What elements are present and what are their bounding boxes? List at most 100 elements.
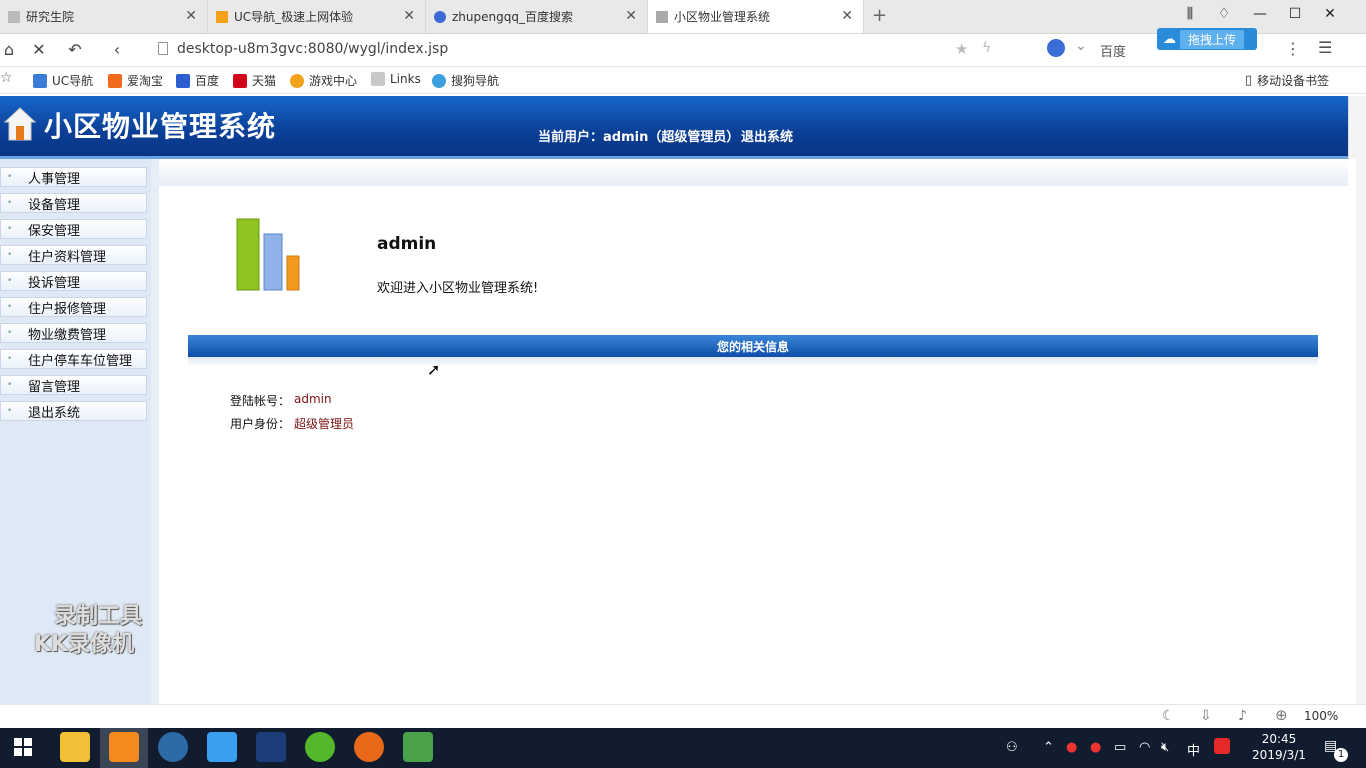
- sidebar-item-repairs[interactable]: 住户报修管理: [0, 297, 147, 317]
- browser-tab[interactable]: zhupengqq_百度搜索 ✕: [426, 0, 648, 33]
- taobao-icon: [108, 73, 122, 88]
- sidebar-item-complaints[interactable]: 投诉管理: [0, 271, 147, 291]
- sogou-ime-icon[interactable]: [1214, 738, 1230, 754]
- sidebar-item-equipment[interactable]: 设备管理: [0, 193, 147, 213]
- baidu-paw-icon: [434, 10, 446, 23]
- wifi-icon[interactable]: ◠: [1139, 740, 1150, 755]
- star-icon[interactable]: ☆: [0, 70, 13, 86]
- eclipse-icon[interactable]: [158, 732, 188, 762]
- windows-start-icon[interactable]: [14, 738, 32, 756]
- skin-icon[interactable]: ♢: [1214, 6, 1234, 22]
- bookmark-label: 天猫: [252, 74, 277, 88]
- sidebar-item-fees[interactable]: 物业缴费管理: [0, 323, 147, 343]
- sidebar-item-messages[interactable]: 留言管理: [0, 375, 147, 395]
- logout-link[interactable]: 退出系统: [741, 126, 793, 145]
- bookmark-label: 百度: [195, 74, 220, 88]
- bookmark-links[interactable]: Links: [371, 72, 421, 86]
- bookmark-uc[interactable]: UC导航: [33, 72, 93, 89]
- mute-icon[interactable]: 🔇︎: [1161, 740, 1169, 755]
- bookmark-sogou[interactable]: 搜狗导航: [432, 72, 499, 89]
- browser-tab-active[interactable]: 小区物业管理系统 ✕: [648, 0, 864, 33]
- bookmark-label: Links: [390, 72, 421, 86]
- role-value: 超级管理员: [294, 417, 355, 431]
- qq-icon[interactable]: ●: [1066, 740, 1077, 755]
- zoom-icon[interactable]: ⊕: [1275, 706, 1288, 724]
- tab-label: 研究生院: [26, 10, 75, 24]
- folder-icon: [371, 72, 385, 86]
- bookmark-game-center[interactable]: 游戏中心: [290, 72, 357, 89]
- search-engine-label[interactable]: 百度: [1100, 41, 1126, 60]
- sidebar-item-parking[interactable]: 住户停车车位管理: [0, 349, 147, 369]
- zoom-level[interactable]: 100%: [1304, 709, 1338, 723]
- site-title: 小区物业管理系统: [44, 110, 277, 143]
- sidebar-item-residents[interactable]: 住户资料管理: [0, 245, 147, 265]
- bookmark-tmall[interactable]: 天猫: [233, 72, 276, 89]
- browser-tab[interactable]: 研究生院 ✕: [0, 0, 208, 33]
- sidebar-item-security[interactable]: 保安管理: [0, 219, 147, 239]
- clock-date: 2019/3/1: [1252, 748, 1306, 762]
- bookmark-aitaobao[interactable]: 爱淘宝: [108, 72, 163, 89]
- baidu-netdisk-icon[interactable]: [207, 732, 237, 762]
- sidebar-item-logout[interactable]: 退出系统: [0, 401, 147, 421]
- url-field[interactable]: desktop-u8m3gvc:8080/wygl/index.jsp: [177, 41, 448, 57]
- new-tab-button[interactable]: +: [872, 5, 887, 26]
- page-icon: [8, 10, 20, 23]
- recorder-icon[interactable]: [354, 732, 384, 762]
- close-icon[interactable]: ✕: [185, 8, 197, 24]
- close-icon[interactable]: ✕: [625, 8, 637, 24]
- uc-browser-icon[interactable]: [109, 732, 139, 762]
- stop-icon[interactable]: ✕: [30, 40, 48, 59]
- close-window-icon[interactable]: ✕: [1320, 6, 1340, 22]
- qq-icon[interactable]: ●: [1090, 740, 1101, 755]
- back-icon[interactable]: ‹: [108, 40, 126, 59]
- people-icon[interactable]: ⚇: [1006, 740, 1018, 755]
- bookmark-baidu[interactable]: 百度: [176, 72, 219, 89]
- bar-chart-icon: [236, 218, 300, 291]
- browser-tab[interactable]: UC导航_极速上网体验 ✕: [208, 0, 426, 33]
- drag-upload-button[interactable]: ☁ 拖拽上传: [1157, 28, 1257, 50]
- uc-icon: [33, 73, 47, 88]
- undo-icon[interactable]: ↶: [66, 40, 84, 59]
- uc-icon: [216, 10, 228, 23]
- more-icon[interactable]: ⋮: [1285, 39, 1301, 58]
- ime-indicator[interactable]: 中: [1187, 740, 1200, 759]
- chevron-down-icon[interactable]: ⌄: [1075, 38, 1087, 54]
- menu-icon[interactable]: ☰: [1318, 38, 1332, 57]
- baidu-paw-icon: [176, 73, 190, 88]
- star-icon[interactable]: ★: [955, 40, 968, 58]
- sidebar-item-personnel[interactable]: 人事管理: [0, 167, 147, 187]
- taskbar-clock[interactable]: 20:45 2019/3/1: [1249, 731, 1309, 763]
- chevron-up-icon[interactable]: ⌃: [1043, 740, 1054, 755]
- phone-icon: ▯: [1245, 73, 1253, 88]
- chart-app-icon[interactable]: [403, 732, 433, 762]
- role-label: 用户身份：: [230, 417, 291, 431]
- mobile-bookmarks[interactable]: ▯ 移动设备书签: [1245, 72, 1329, 89]
- house-logo-icon: [4, 107, 36, 141]
- maximize-icon[interactable]: ☐: [1285, 6, 1305, 22]
- green-app-icon[interactable]: [305, 732, 335, 762]
- drag-upload-label: 拖拽上传: [1180, 29, 1245, 49]
- cloud-icon: ☁: [1163, 31, 1176, 47]
- editor-icon[interactable]: [256, 732, 286, 762]
- lightning-icon[interactable]: ϟ: [982, 40, 991, 56]
- close-icon[interactable]: ✕: [841, 8, 853, 24]
- minimize-icon[interactable]: —: [1250, 6, 1270, 22]
- mouse-cursor-icon: ➚: [427, 360, 441, 379]
- battery-icon[interactable]: ▭: [1114, 740, 1126, 755]
- file-explorer-icon[interactable]: [60, 732, 90, 762]
- close-icon[interactable]: ✕: [403, 8, 415, 24]
- tile-icon[interactable]: ⫼: [1180, 6, 1200, 22]
- account-label: 登陆帐号：: [230, 394, 291, 408]
- home-icon[interactable]: ⌂: [0, 40, 18, 59]
- welcome-message: 欢迎进入小区物业管理系统!: [377, 281, 539, 296]
- night-mode-icon[interactable]: ☾: [1162, 708, 1175, 724]
- notification-badge: 1: [1334, 748, 1348, 762]
- tab-label: 小区物业管理系统: [674, 10, 771, 24]
- info-header-shadow: [188, 357, 1318, 367]
- download-icon[interactable]: ⇩: [1200, 708, 1212, 724]
- tab-label: UC导航_极速上网体验: [234, 10, 354, 24]
- bookmark-label: 搜狗导航: [451, 74, 500, 88]
- clock-time: 20:45: [1261, 732, 1297, 746]
- speaker-icon[interactable]: ♪: [1238, 708, 1247, 724]
- baidu-paw-icon[interactable]: [1047, 39, 1065, 57]
